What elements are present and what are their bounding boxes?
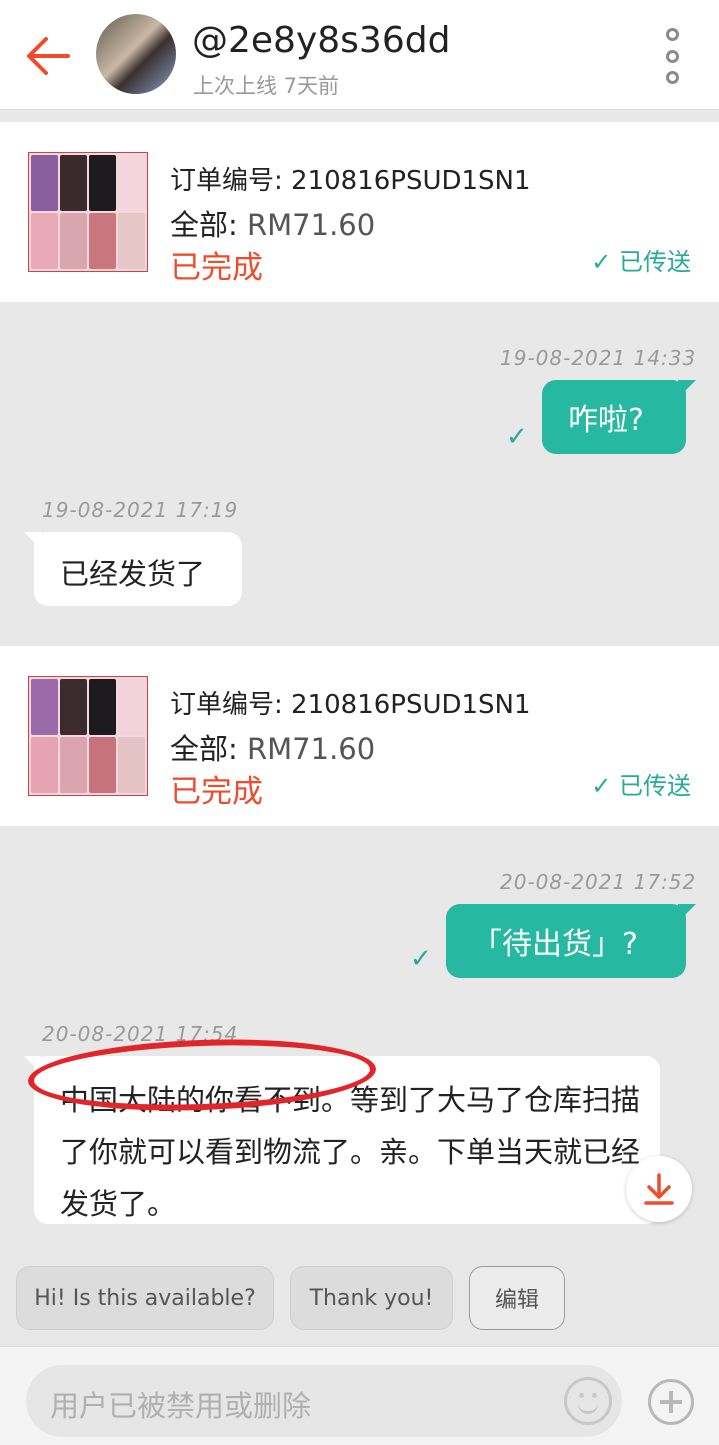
order-total-label: 全部: — [170, 732, 247, 766]
message-bubble-received[interactable]: 已经发货了 — [24, 532, 242, 606]
last-online-status: 上次上线 7天前 — [193, 74, 340, 98]
order-card[interactable]: 订单编号: 210816PSUD1SN1 全部: RM71.60 已完成 ✓ 已… — [0, 122, 719, 302]
product-thumbnail — [28, 152, 148, 272]
quick-reply-edit-button[interactable]: 编辑 — [469, 1266, 565, 1330]
delivery-status-label: 已传送 — [619, 248, 691, 276]
message-text: 咋啦? — [568, 403, 644, 438]
chat-username[interactable]: @2e8y8s36dd — [192, 20, 450, 61]
product-thumbnail — [28, 676, 148, 796]
order-status: 已完成 — [170, 250, 263, 286]
quick-reply-thank-you[interactable]: Thank you! — [290, 1266, 453, 1330]
chat-header: @2e8y8s36dd 上次上线 7天前 — [0, 0, 719, 110]
message-timestamp: 19-08-2021 17:19 — [42, 498, 239, 522]
avatar[interactable] — [96, 14, 176, 94]
message-input[interactable]: 用户已被禁用或删除 — [26, 1365, 622, 1437]
order-total: 全部: RM71.60 — [170, 202, 375, 244]
order-total-label: 全部: — [170, 208, 247, 242]
order-number: 订单编号: 210816PSUD1SN1 — [170, 166, 531, 196]
order-total-amount: RM71.60 — [247, 208, 376, 242]
message-input-placeholder: 用户已被禁用或删除 — [50, 1389, 312, 1423]
message-bubble-sent[interactable]: 咋啦? — [542, 380, 696, 454]
message-input-bar: 用户已被禁用或删除 — [0, 1346, 719, 1445]
download-button[interactable] — [626, 1156, 692, 1222]
delivery-status: ✓ 已传送 — [591, 766, 691, 801]
delivery-status-label: 已传送 — [619, 772, 691, 800]
add-attachment-icon[interactable] — [648, 1379, 694, 1425]
emoji-icon[interactable] — [564, 1377, 612, 1425]
check-icon: ✓ — [591, 248, 612, 276]
check-icon: ✓ — [591, 772, 612, 800]
quick-reply-available[interactable]: Hi! Is this available? — [16, 1266, 274, 1330]
message-timestamp: 19-08-2021 14:33 — [500, 346, 697, 370]
read-check-icon: ✓ — [506, 422, 528, 452]
message-text: 已经发货了 — [60, 557, 206, 591]
delivery-status: ✓ 已传送 — [591, 242, 691, 277]
message-text: 「待出货」? — [472, 927, 638, 962]
order-card[interactable]: 订单编号: 210816PSUD1SN1 全部: RM71.60 已完成 ✓ 已… — [0, 646, 719, 826]
more-options-icon[interactable] — [656, 28, 688, 84]
order-number: 订单编号: 210816PSUD1SN1 — [170, 690, 531, 720]
message-bubble-sent[interactable]: 「待出货」? — [446, 904, 696, 978]
order-status: 已完成 — [170, 774, 263, 810]
order-total-amount: RM71.60 — [247, 732, 376, 766]
download-arrow-icon — [644, 1173, 674, 1205]
back-arrow-icon[interactable] — [22, 30, 74, 82]
order-total: 全部: RM71.60 — [170, 726, 375, 768]
read-check-icon: ✓ — [410, 944, 432, 974]
message-timestamp: 20-08-2021 17:52 — [500, 870, 697, 894]
